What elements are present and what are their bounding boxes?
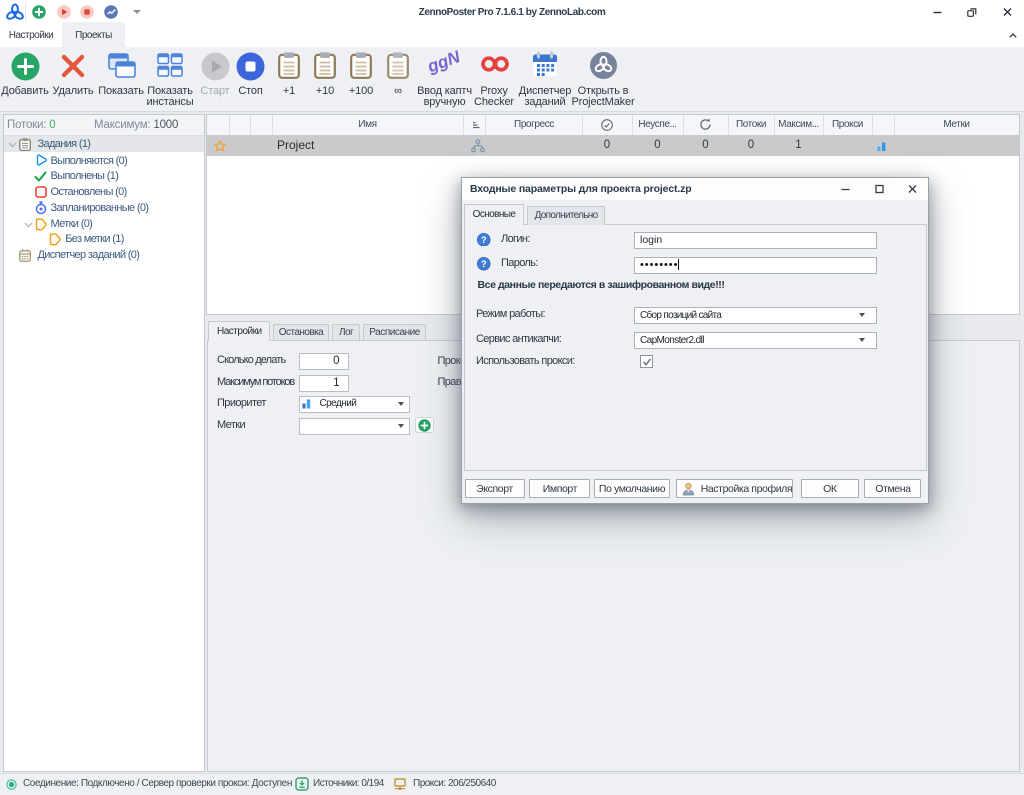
svg-text:?: ? [481, 235, 487, 245]
svg-text:?: ? [481, 259, 487, 269]
